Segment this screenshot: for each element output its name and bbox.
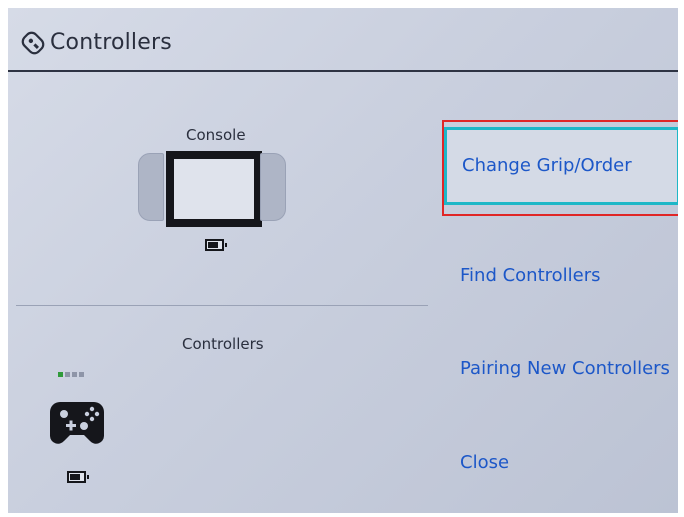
controller-settings-icon	[21, 31, 45, 55]
header: Controllers	[8, 8, 678, 78]
close-button[interactable]: Close	[438, 435, 674, 491]
console-battery-icon	[205, 239, 227, 251]
controllers-label: Controllers	[182, 335, 264, 353]
console-icon	[166, 151, 262, 227]
pairing-new-controllers-button[interactable]: Pairing New Controllers	[438, 341, 674, 397]
controller-battery-icon	[67, 471, 89, 483]
player-light-2	[65, 372, 70, 377]
player-light-1	[58, 372, 63, 377]
section-divider	[16, 305, 428, 306]
player-light-4	[79, 372, 84, 377]
gamepad-icon	[50, 402, 104, 444]
player-indicator-lights	[58, 372, 84, 377]
controllers-screen: Controllers Console Controllers Change G…	[8, 8, 678, 513]
player-light-3	[72, 372, 77, 377]
page-title: Controllers	[50, 30, 172, 55]
find-controllers-button[interactable]: Find Controllers	[438, 248, 674, 304]
highlight-outline	[442, 120, 678, 216]
left-joycon-icon	[138, 153, 164, 221]
console-label: Console	[186, 126, 246, 144]
right-joycon-icon	[260, 153, 286, 221]
